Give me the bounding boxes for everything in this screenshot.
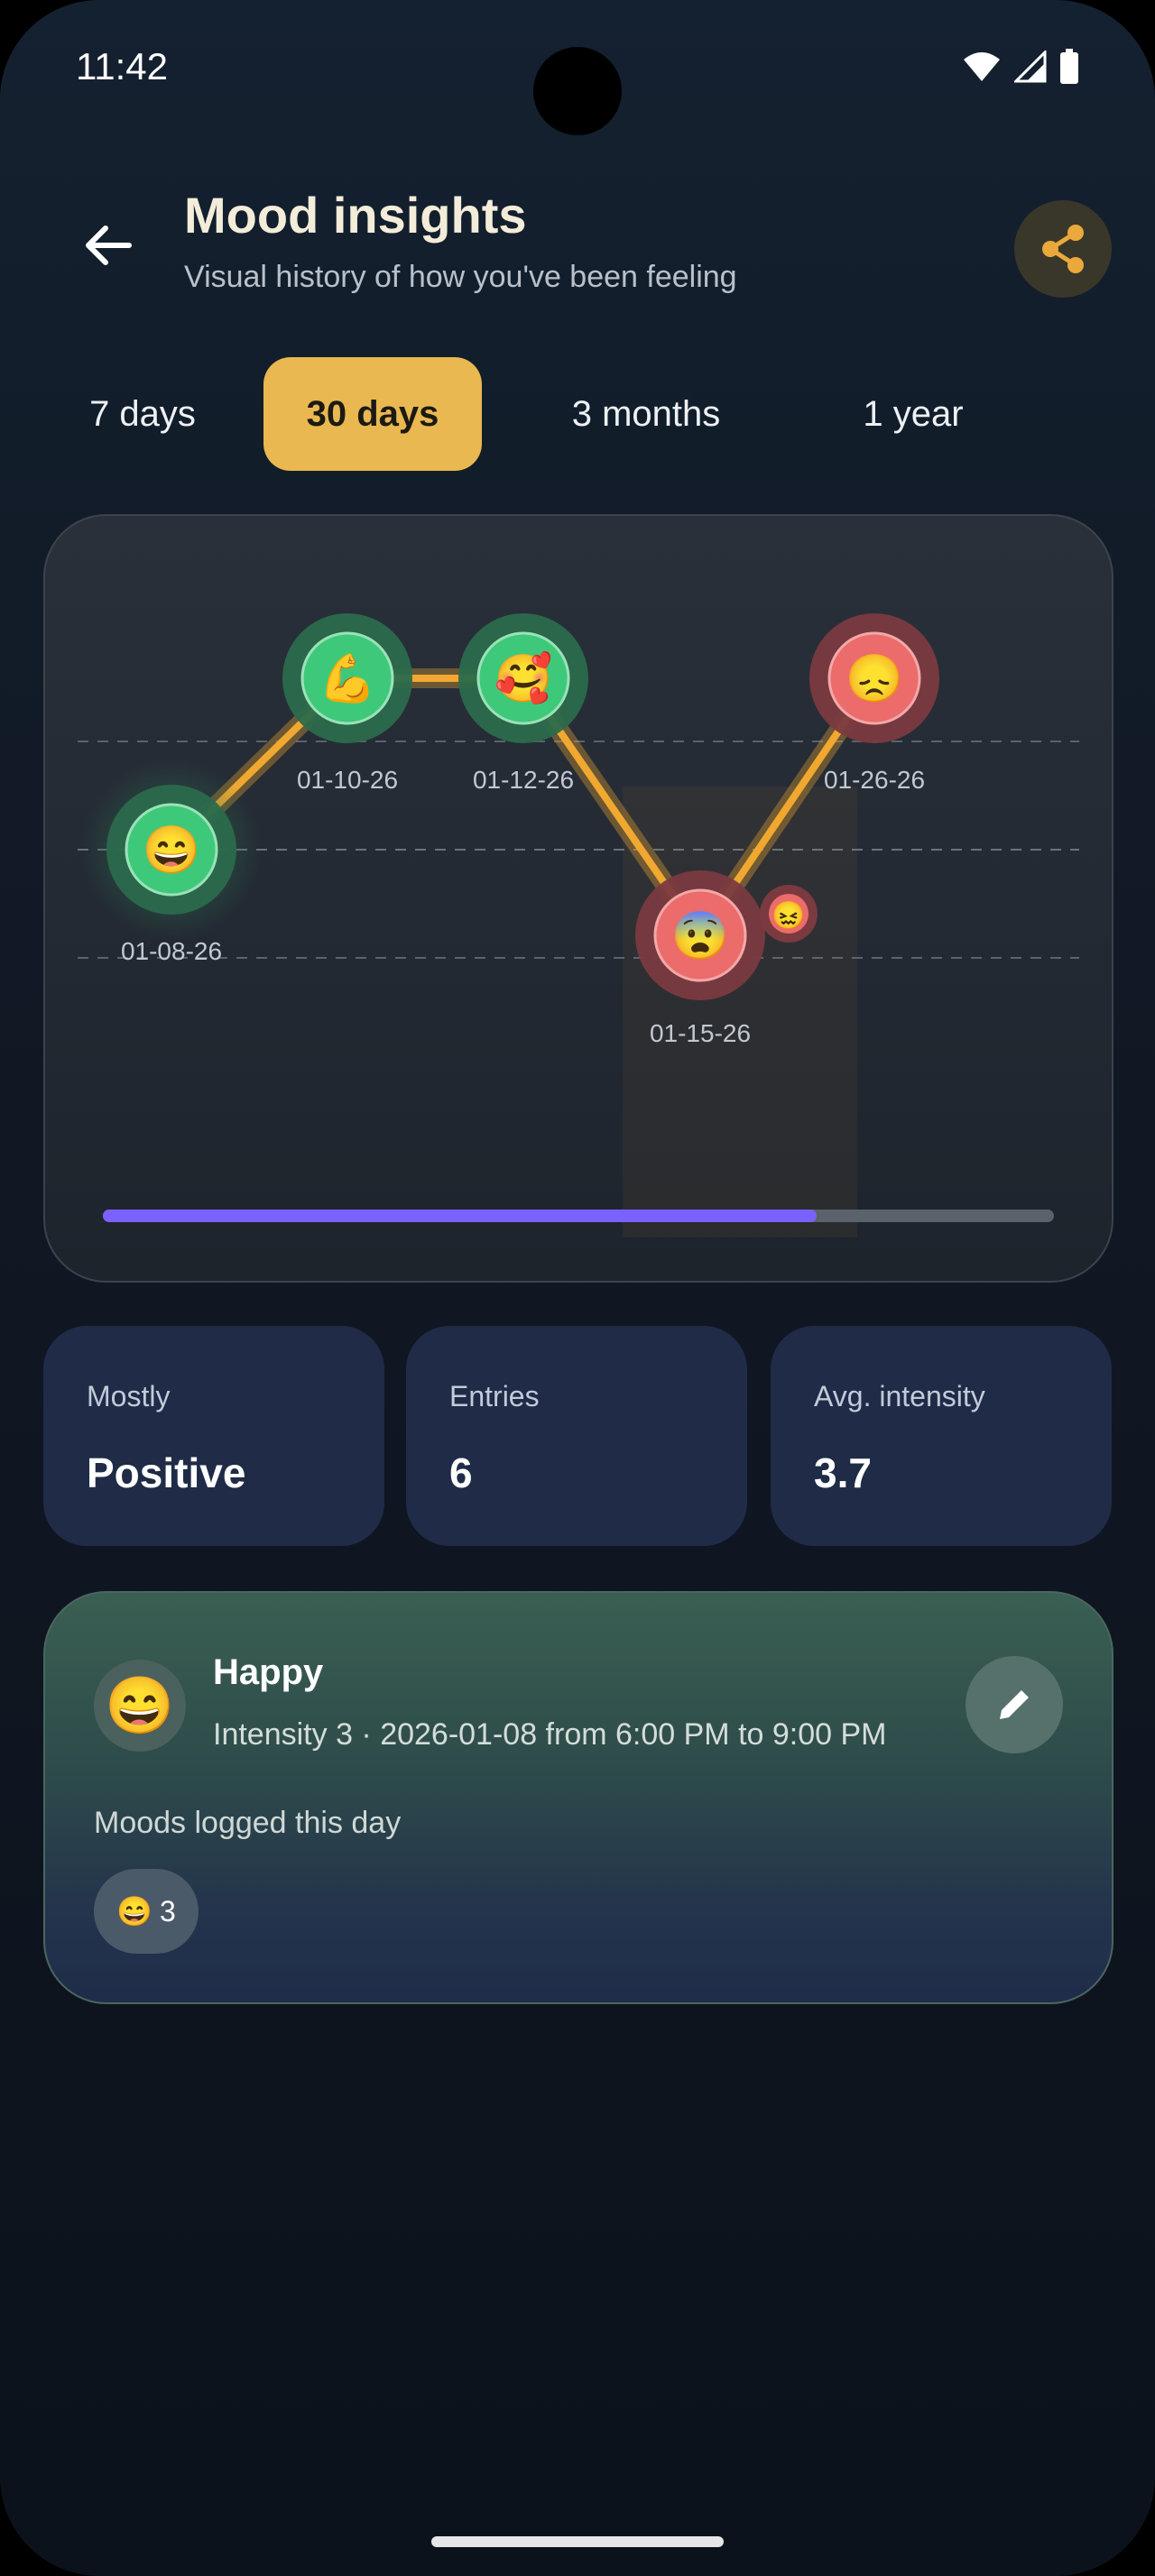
stats-row: Mostly Positive Entries 6 Avg. intensity… — [43, 1326, 1112, 1546]
mood-detail-card: 😄 Happy Intensity 3 · 2026-01-08 from 6:… — [43, 1591, 1113, 2004]
wifi-icon — [964, 52, 1000, 81]
logged-mood-chip[interactable]: 😄 3 — [94, 1869, 199, 1954]
mood-meta: Intensity 3 · 2026-01-08 from 6:00 PM to… — [213, 1717, 887, 1752]
edit-button[interactable] — [966, 1656, 1063, 1753]
battery-icon — [1060, 49, 1078, 84]
logged-moods-label: Moods logged this day — [94, 1806, 402, 1840]
range-tabs: 7 days 30 days 3 months 1 year — [43, 357, 1126, 471]
tab-30-days[interactable]: 30 days — [263, 357, 482, 471]
stat-value: Positive — [87, 1449, 246, 1496]
point-date-label: 01-12-26 — [473, 766, 574, 794]
camera-cutout — [533, 47, 622, 135]
point-emoji-sad: 😞 — [845, 653, 904, 705]
point-date-label: 01-10-26 — [297, 766, 398, 794]
system-icons — [962, 49, 1079, 85]
app-screen: 11:42 Mood insights Visual history of ho… — [0, 0, 1155, 2576]
extra-mood-emoji: 😖 — [772, 900, 805, 931]
arrow-left-icon — [86, 225, 132, 265]
point-date-label: 01-08-26 — [121, 937, 222, 965]
stat-label: Entries — [449, 1380, 540, 1412]
highlight-band — [623, 787, 857, 1237]
chip-count: 3 — [160, 1894, 176, 1927]
page-title: Mood insights — [184, 187, 527, 244]
mood-chart-card: 😄 01-08-26 💪 01-10-26 🥰 01-12-26 😨 01-15-26 😖 😞 01… — [43, 514, 1113, 1283]
share-icon — [1042, 225, 1084, 273]
point-emoji-strong: 💪 — [319, 651, 377, 705]
point-emoji-happy: 😄 — [143, 824, 201, 877]
tab-3-months[interactable]: 3 months — [511, 357, 781, 471]
scroll-thumb[interactable] — [103, 1210, 817, 1222]
stat-card-entries: Entries 6 — [406, 1326, 747, 1546]
stat-card-mostly: Mostly Positive — [43, 1326, 384, 1546]
point-date-label: 01-15-26 — [650, 1019, 751, 1047]
back-button[interactable] — [72, 209, 144, 281]
status-time: 11:42 — [76, 45, 168, 87]
mood-name: Happy — [213, 1652, 324, 1692]
mood-emoji-avatar: 😄 — [94, 1660, 186, 1752]
point-date-label: 01-26-26 — [824, 766, 925, 794]
share-button[interactable] — [1014, 200, 1112, 298]
tab-7-days[interactable]: 7 days — [43, 357, 242, 471]
stat-card-avg-intensity: Avg. intensity 3.7 — [771, 1326, 1112, 1546]
mood-chart: 😄 01-08-26 💪 01-10-26 🥰 01-12-26 😨 01-15-26 😖 😞 01… — [78, 613, 1079, 1237]
stat-value: 6 — [449, 1449, 473, 1496]
home-indicator[interactable] — [431, 2536, 724, 2547]
signal-icon — [1014, 51, 1047, 83]
stat-label: Mostly — [87, 1380, 171, 1412]
point-emoji-anxious: 😨 — [671, 910, 730, 962]
app-header: Mood insights Visual history of how you'… — [0, 171, 1155, 307]
chip-emoji: 😄 — [116, 1895, 153, 1927]
page-subtitle: Visual history of how you've been feelin… — [184, 260, 737, 294]
stat-value: 3.7 — [814, 1449, 872, 1496]
point-emoji-loved: 🥰 — [494, 650, 553, 705]
pencil-icon — [1000, 1687, 1032, 1719]
stat-label: Avg. intensity — [814, 1380, 985, 1412]
tab-1-year[interactable]: 1 year — [796, 357, 1030, 471]
status-bar: 11:42 — [0, 0, 1155, 135]
